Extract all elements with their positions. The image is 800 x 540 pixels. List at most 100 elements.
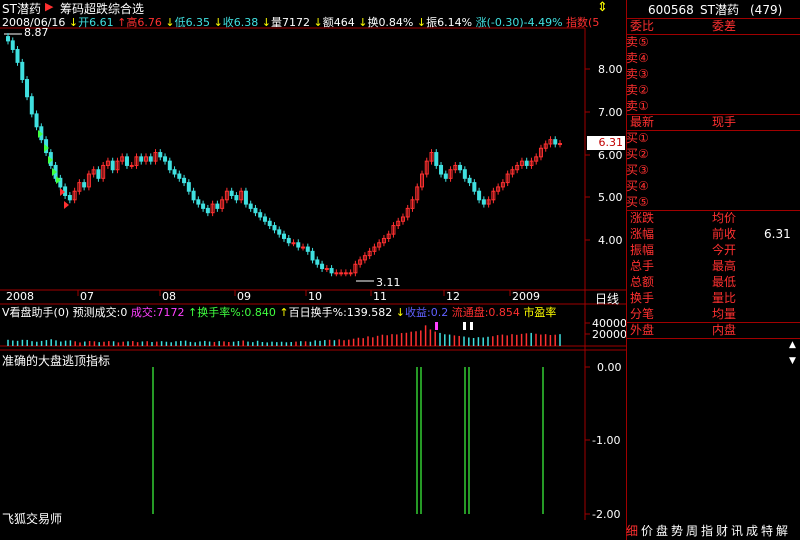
- candle-body: [472, 182, 477, 192]
- volume-marker: [463, 322, 466, 330]
- tab-trend[interactable]: 势: [671, 522, 683, 540]
- tab-finance[interactable]: 财: [716, 522, 728, 540]
- turnover-label: 换: [367, 16, 379, 29]
- candle-body: [148, 156, 153, 162]
- tab-special[interactable]: 特: [761, 522, 773, 540]
- candle-body: [29, 96, 34, 115]
- current-hand-label: 现手: [712, 115, 737, 129]
- candle-body: [267, 220, 272, 227]
- low-annotation: 3.11: [376, 276, 401, 289]
- volume-marker: [470, 322, 473, 330]
- candle-body: [339, 272, 344, 275]
- candle-body: [229, 190, 234, 197]
- menu-arrow-icon[interactable]: ▶: [45, 0, 53, 13]
- tab-detail[interactable]: 细: [626, 522, 638, 540]
- candle-body: [20, 61, 25, 81]
- candle-body: [315, 259, 320, 265]
- high-value: 6.76: [137, 16, 162, 29]
- hundred-up-icon: ↑: [279, 306, 289, 319]
- candle-body: [262, 216, 267, 222]
- candle-body: [186, 182, 191, 192]
- tab-price[interactable]: 价: [641, 522, 653, 540]
- bid-1: 买①: [626, 131, 649, 145]
- ask-2: 卖②: [626, 83, 649, 97]
- tab-success[interactable]: 成: [746, 522, 758, 540]
- candle-body: [253, 207, 258, 214]
- candle-body: [343, 272, 348, 275]
- stat-left-label: 分笔: [630, 307, 655, 321]
- tab-index[interactable]: 指: [701, 522, 713, 540]
- xtick-08: 08: [162, 290, 176, 303]
- change-value: (-0.30)-4.49%: [486, 16, 563, 29]
- candle-body: [172, 169, 177, 175]
- candle-body: [15, 48, 20, 63]
- candle-body: [558, 143, 562, 146]
- candle-body: [177, 173, 182, 179]
- ask-3: 卖③: [626, 67, 649, 81]
- vol-ytick-20000: 20000: [592, 328, 627, 341]
- xtick-12: 12: [446, 290, 460, 303]
- stat-row-pct: 涨幅 前收 6.31: [626, 226, 800, 242]
- amplitude-label: 振: [426, 16, 438, 29]
- inner-label: 内盘: [712, 323, 737, 337]
- open-value: 6.61: [89, 16, 114, 29]
- ytick-7: 7.00: [598, 106, 623, 119]
- tab-week[interactable]: 周: [686, 522, 698, 540]
- candle-body: [129, 164, 134, 167]
- volume-down-icon: ↓: [261, 16, 271, 29]
- stat-left-label: 总额: [630, 275, 655, 289]
- ask-4: 卖④: [626, 51, 649, 65]
- scroll-down-icon[interactable]: ▼: [789, 356, 796, 366]
- candle-body: [324, 268, 329, 271]
- bid-2: 买②: [626, 147, 649, 161]
- low-value: 6.35: [185, 16, 211, 29]
- tab-explain[interactable]: 解: [776, 522, 788, 540]
- float-label: 流通盘:0.854: [451, 306, 520, 319]
- candle-body: [524, 160, 529, 166]
- candle-body: [191, 190, 196, 201]
- turnover-up-icon: ↑: [188, 306, 198, 319]
- stat-row-totalhand: 总手 最高: [626, 258, 800, 274]
- low-down-icon: ↓: [165, 16, 175, 29]
- stat-right-label: 最低: [712, 275, 737, 289]
- xtick-2008: 2008: [6, 290, 34, 303]
- candle-body: [25, 79, 30, 98]
- candle-body: [553, 139, 558, 145]
- ytick-8: 8.00: [598, 63, 623, 76]
- stat-right-label: 前收: [712, 227, 737, 241]
- xtick-10: 10: [308, 290, 322, 303]
- tab-news[interactable]: 讯: [731, 522, 743, 540]
- expand-icon[interactable]: ⇕: [597, 0, 608, 15]
- volume-indicator-name[interactable]: V看盘助手(0): [2, 306, 69, 319]
- quote-panel: 600568 ST潜药 (479) 委比 委差 卖⑤ 卖④ 卖③ 卖② 卖① 最…: [626, 0, 800, 540]
- chart-area[interactable]: [0, 0, 626, 540]
- stat-row-trades: 分笔 均量: [626, 306, 800, 322]
- stat-left-label: 换手: [630, 291, 655, 305]
- candles-group: [6, 33, 562, 277]
- low-label: 低: [174, 16, 186, 29]
- amount-label: 额: [322, 16, 334, 29]
- stat-left-label: 涨幅: [630, 227, 655, 241]
- candle-body: [296, 242, 301, 248]
- candle-body: [196, 199, 201, 205]
- forecast-label: 预测成交:0: [72, 306, 128, 319]
- candle-body: [277, 229, 282, 235]
- footer-brand: 飞狐交易师: [2, 512, 63, 526]
- candle-body: [481, 199, 486, 205]
- stat-left-label: 振幅: [630, 243, 655, 257]
- candle-body: [124, 156, 129, 166]
- chart-frame: [0, 27, 626, 520]
- scroll-up-icon[interactable]: ▲: [789, 340, 796, 350]
- high-annotation: 8.87: [24, 26, 49, 39]
- candle-body: [10, 40, 15, 50]
- period-label[interactable]: 日线: [595, 290, 619, 307]
- volume-value-label: 成交:7172: [130, 306, 185, 319]
- outer-inner-row: 外盘 内盘: [626, 322, 800, 338]
- candle-body: [167, 160, 172, 171]
- stat-right-label: 量比: [712, 291, 737, 305]
- ytick-4: 4.00: [598, 234, 623, 247]
- tab-order[interactable]: 盘: [656, 522, 668, 540]
- volume-value: 7172: [282, 16, 310, 29]
- signal-panel-title: 准确的大盘逃顶指标: [2, 354, 111, 368]
- index-label[interactable]: 指数(5: [566, 16, 599, 29]
